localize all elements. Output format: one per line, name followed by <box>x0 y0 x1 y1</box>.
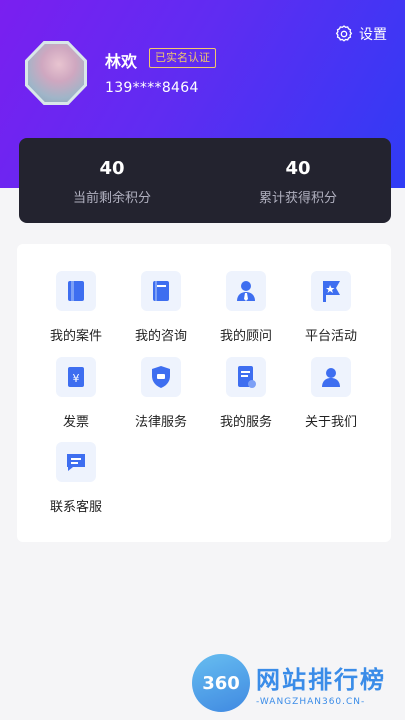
gear-icon <box>335 25 353 42</box>
service-invoice[interactable]: ¥ 发票 <box>31 357 121 430</box>
service-about-us[interactable]: 关于我们 <box>286 357 376 430</box>
service-label: 平台活动 <box>304 329 357 344</box>
services-panel: 我的案件 我的咨询 我的顾问 平台活动 ¥ 发票 法律服务 我的服务 关于我们 … <box>17 244 391 542</box>
phone-number: 139****8464 <box>105 80 199 96</box>
service-label: 关于我们 <box>304 415 357 430</box>
total-points-label: 累计获得积分 <box>258 191 337 206</box>
watermark-badge: 360 <box>192 654 250 712</box>
service-my-advisor[interactable]: 我的顾问 <box>201 271 291 344</box>
total-points-value: 40 <box>285 158 311 179</box>
avatar[interactable] <box>25 41 87 105</box>
user-name: 林欢 <box>105 52 138 71</box>
watermark-logo: 360 网站排行榜 -WANGZHAN360.CN- <box>192 654 386 712</box>
service-label: 联系客服 <box>49 500 102 515</box>
case-book-icon <box>56 271 96 311</box>
service-label: 我的顾问 <box>219 329 272 344</box>
chat-bubble-icon <box>56 442 96 482</box>
service-document-icon <box>226 357 266 397</box>
verified-badge: 已实名认证 <box>149 48 216 68</box>
remaining-points[interactable]: 40 当前剩余积分 <box>19 138 205 223</box>
law-shield-icon <box>141 357 181 397</box>
service-platform-activity[interactable]: 平台活动 <box>286 271 376 344</box>
activity-flag-icon <box>311 271 351 311</box>
watermark-title: 网站排行榜 <box>256 665 386 694</box>
points-card: 40 当前剩余积分 40 累计获得积分 <box>19 138 391 223</box>
settings-label: 设置 <box>359 27 387 43</box>
service-label: 我的案件 <box>49 329 102 344</box>
service-legal-service[interactable]: 法律服务 <box>116 357 206 430</box>
service-my-consult[interactable]: 我的咨询 <box>116 271 206 344</box>
total-points[interactable]: 40 累计获得积分 <box>205 138 391 223</box>
service-label: 我的服务 <box>219 415 272 430</box>
remaining-points-value: 40 <box>99 158 125 179</box>
avatar-image <box>28 44 84 102</box>
about-person-icon <box>311 357 351 397</box>
service-label: 我的咨询 <box>134 329 187 344</box>
consult-book-icon <box>141 271 181 311</box>
service-contact-support[interactable]: 联系客服 <box>31 442 121 515</box>
service-label: 法律服务 <box>134 415 187 430</box>
settings-button[interactable]: 设置 <box>334 24 387 44</box>
service-my-service[interactable]: 我的服务 <box>201 357 291 430</box>
advisor-person-icon <box>226 271 266 311</box>
remaining-points-label: 当前剩余积分 <box>72 191 151 206</box>
service-my-cases[interactable]: 我的案件 <box>31 271 121 344</box>
invoice-yen-icon: ¥ <box>56 357 96 397</box>
svg-text:¥: ¥ <box>73 372 80 385</box>
service-label: 发票 <box>62 415 89 430</box>
watermark-subtitle: -WANGZHAN360.CN- <box>256 696 366 707</box>
